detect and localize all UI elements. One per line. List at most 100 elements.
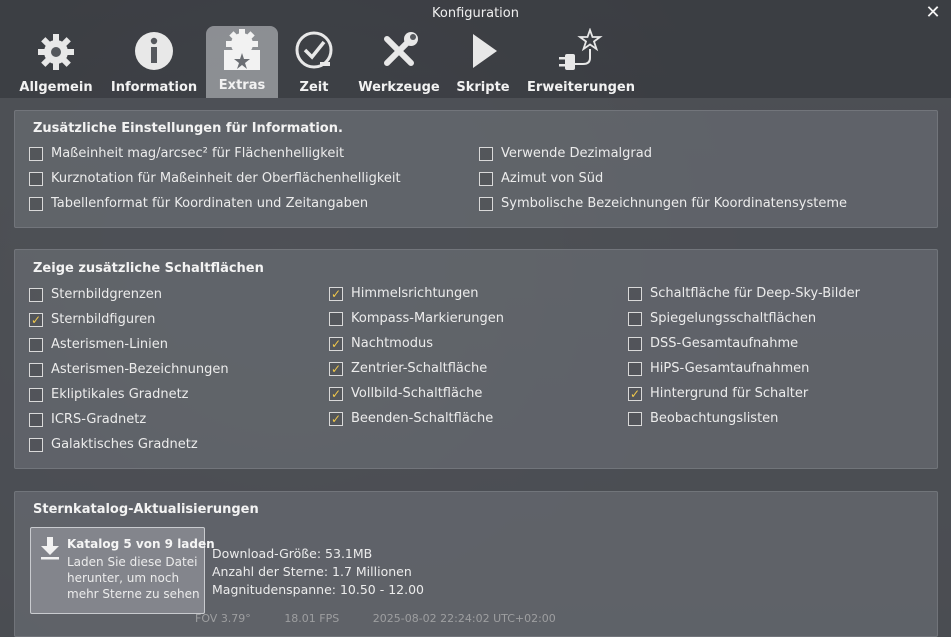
checkbox-label: Beenden-Schaltfläche [351, 411, 494, 426]
checkbox-label: Beobachtungslisten [650, 411, 779, 426]
checkbox-option[interactable]: Verwende Dezimalgrad [479, 146, 652, 161]
checkbox-option[interactable]: ✓ Sternbildfiguren [29, 312, 155, 327]
download-button-title: Katalog 5 von 9 laden [67, 537, 215, 551]
close-button[interactable]: ✕ [923, 3, 943, 23]
checkbox-label: Azimut von Süd [501, 171, 604, 186]
checkbox-unchecked[interactable] [29, 437, 43, 452]
star-count: Anzahl der Sterne: 1.7 Millionen [212, 564, 412, 579]
checkbox-unchecked[interactable] [628, 336, 642, 351]
checkbox-option[interactable]: ICRS-Gradnetz [29, 412, 146, 427]
checkbox-label: Sternbildgrenzen [51, 287, 163, 302]
checkbox-label: Verwende Dezimalgrad [501, 146, 652, 161]
checkbox-option[interactable]: Schaltfläche für Deep-Sky-Bilder [628, 286, 860, 301]
checkbox-unchecked[interactable] [479, 171, 493, 186]
checkbox-option[interactable]: Symbolische Bezeichnungen für Koordinate… [479, 196, 847, 211]
tab-label: Erweiterungen [527, 80, 635, 95]
checkbox-label: Spiegelungsschaltflächen [650, 311, 817, 326]
checkbox-label: Ekliptikales Gradnetz [51, 387, 189, 402]
checkbox-label: Kurznotation für Maßeinheit der Oberfläc… [51, 171, 401, 186]
checkbox-unchecked[interactable] [479, 146, 493, 161]
checkbox-unchecked[interactable] [628, 311, 642, 326]
tab-zeit[interactable]: Zeit [290, 26, 338, 98]
checkbox-label: DSS-Gesamtaufnahme [650, 336, 799, 351]
checkbox-option[interactable]: Azimut von Süd [479, 171, 603, 186]
checkbox-unchecked[interactable] [479, 196, 493, 211]
checkbox-option[interactable]: Asterismen-Bezeichnungen [29, 362, 229, 377]
checkbox-option[interactable]: ✓ Vollbild-Schaltfläche [329, 386, 482, 401]
checkbox-checked[interactable]: ✓ [29, 312, 43, 327]
checkbox-option[interactable]: HiPS-Gesamtaufnahmen [628, 361, 809, 376]
checkbox-option[interactable]: Ekliptikales Gradnetz [29, 387, 189, 402]
datetime-readout: 2025-08-02 22:24:02 UTC+02:00 [372, 612, 556, 625]
checkbox-option[interactable]: ✓ Nachtmodus [329, 336, 433, 351]
checkbox-unchecked[interactable] [29, 196, 43, 211]
group-title: Zeige zusätzliche Schaltflächen [33, 261, 264, 276]
tab-bar: Allgemein Information Extras Zeit Werkze… [0, 24, 951, 98]
download-icon [39, 536, 61, 564]
checkbox-option[interactable]: ✓ Himmelsrichtungen [329, 286, 479, 301]
checkbox-option[interactable]: Kurznotation für Maßeinheit der Oberfläc… [29, 171, 401, 186]
clock-icon [290, 26, 338, 72]
magnitude-range: Magnitudenspanne: 10.50 - 12.00 [212, 582, 424, 597]
checkbox-option[interactable]: Asterismen-Linien [29, 337, 168, 352]
checkbox-option[interactable]: ✓ Beenden-Schaltfläche [329, 411, 493, 426]
checkbox-unchecked[interactable] [29, 337, 43, 352]
tools-icon [356, 26, 442, 72]
checkbox-label: Kompass-Markierungen [351, 311, 504, 326]
tab-skripte[interactable]: Skripte [454, 26, 512, 98]
checkbox-option[interactable]: Spiegelungsschaltflächen [628, 311, 816, 326]
checkbox-option[interactable]: Sternbildgrenzen [29, 287, 162, 302]
checkbox-label: Himmelsrichtungen [351, 286, 479, 301]
checkbox-unchecked[interactable] [628, 361, 642, 376]
checkbox-label: Tabellenformat für Koordinaten und Zeita… [51, 196, 369, 211]
checkbox-unchecked[interactable] [628, 286, 642, 301]
checkbox-unchecked[interactable] [29, 171, 43, 186]
checkbox-checked[interactable]: ✓ [329, 411, 343, 426]
checkbox-checked[interactable]: ✓ [628, 386, 642, 401]
tab-erweiterungen[interactable]: Erweiterungen [526, 26, 636, 98]
tab-label: Extras [218, 78, 266, 93]
checkbox-option[interactable]: Kompass-Markierungen [329, 311, 504, 326]
checkbox-unchecked[interactable] [628, 411, 642, 426]
tab-label: Skripte [456, 80, 510, 95]
info-icon [108, 26, 200, 72]
tab-extras[interactable]: Extras [206, 26, 278, 98]
checkbox-unchecked[interactable] [29, 362, 43, 377]
tab-label: Information [110, 80, 198, 95]
checkbox-checked[interactable]: ✓ [329, 286, 343, 301]
download-button-description: Laden Sie diese Datei herunter, um noch … [67, 555, 200, 601]
info-settings-group: Zusätzliche Einstellungen für Informatio… [14, 110, 938, 228]
checkbox-option[interactable]: DSS-Gesamtaufnahme [628, 336, 798, 351]
checkbox-option[interactable]: Maßeinheit mag/arcsec² für Flächenhellig… [29, 146, 344, 161]
checkbox-option[interactable]: Galaktisches Gradnetz [29, 437, 198, 452]
checkbox-label: Schaltfläche für Deep-Sky-Bilder [650, 286, 860, 301]
checkbox-label: Zentrier-Schaltfläche [351, 361, 488, 376]
additional-buttons-group: Zeige zusätzliche Schaltflächen Sternbil… [14, 249, 938, 469]
checkbox-option[interactable]: ✓ Zentrier-Schaltfläche [329, 361, 487, 376]
download-catalog-button[interactable]: Katalog 5 von 9 laden Laden Sie diese Da… [30, 527, 215, 614]
checkbox-label: ICRS-Gradnetz [51, 412, 147, 427]
checkbox-option[interactable]: Tabellenformat für Koordinaten und Zeita… [29, 196, 368, 211]
checkbox-unchecked[interactable] [329, 311, 343, 326]
checkbox-label: Symbolische Bezeichnungen für Koordinate… [501, 196, 847, 211]
checkbox-option[interactable]: Beobachtungslisten [628, 411, 778, 426]
tab-label: Zeit [299, 80, 329, 95]
fov-readout: FOV 3.79° [195, 612, 251, 625]
fps-readout: 18.01 FPS [284, 612, 340, 625]
tab-allgemein[interactable]: Allgemein [18, 26, 94, 98]
tab-werkzeuge[interactable]: Werkzeuge [356, 26, 442, 98]
checkbox-unchecked[interactable] [29, 412, 43, 427]
tab-label: Allgemein [19, 80, 93, 95]
gear-icon [18, 26, 94, 72]
checkbox-unchecked[interactable] [29, 287, 43, 302]
download-size: Download-Größe: 53.1MB [212, 546, 373, 561]
tab-information[interactable]: Information [108, 26, 200, 98]
checkbox-checked[interactable]: ✓ [329, 386, 343, 401]
checkbox-unchecked[interactable] [29, 387, 43, 402]
checkbox-unchecked[interactable] [29, 146, 43, 161]
checkbox-checked[interactable]: ✓ [329, 361, 343, 376]
checkbox-checked[interactable]: ✓ [329, 336, 343, 351]
checkbox-option[interactable]: ✓ Hintergrund für Schalter [628, 386, 808, 401]
checkbox-label: Galaktisches Gradnetz [51, 437, 198, 452]
plugin-star-icon [526, 26, 636, 72]
